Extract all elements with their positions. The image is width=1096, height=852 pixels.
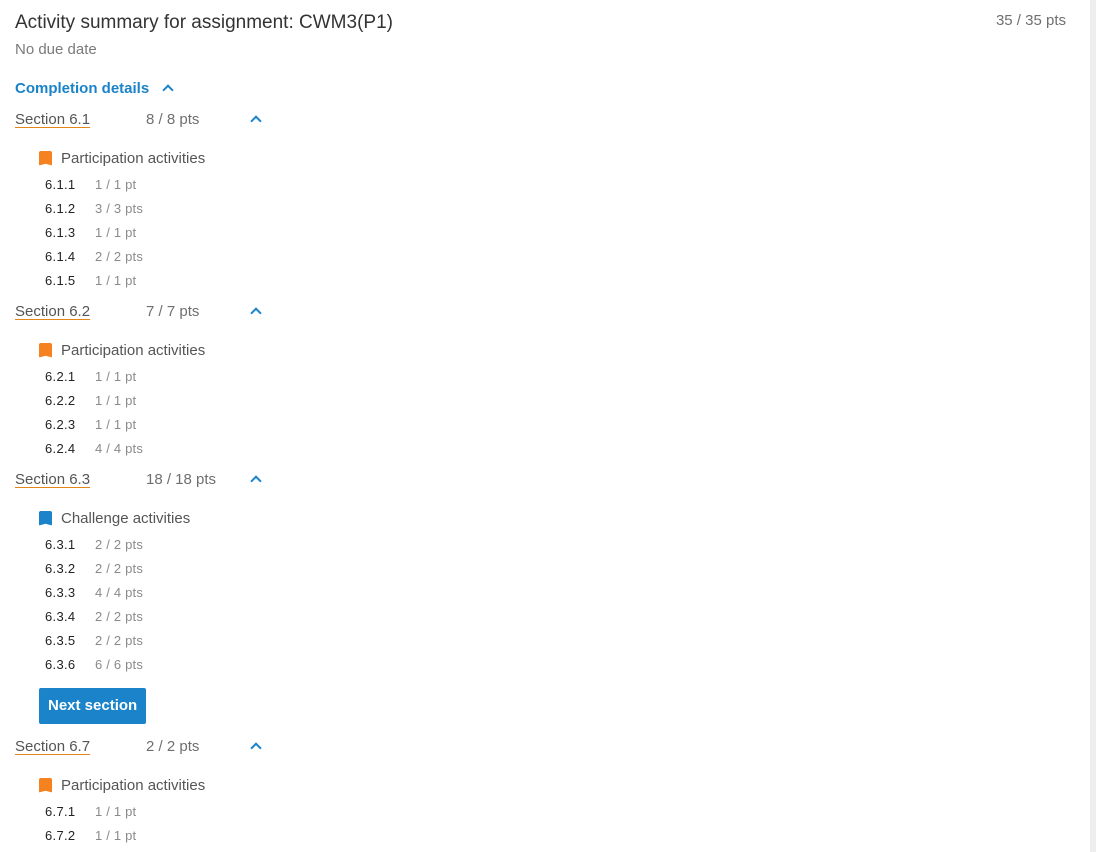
activity-id[interactable]: 6.1.5 [45, 273, 95, 288]
section-block: Section 6.3 18 / 18 pts Challenge activiti… [15, 460, 1075, 727]
activity-points: 6 / 6 pts [95, 656, 144, 672]
participation-badge-icon [39, 342, 52, 358]
activity-id[interactable]: 6.1.1 [45, 177, 95, 192]
activity-row: 6.3.1 2 / 2 pts [15, 532, 1075, 556]
activity-group-label: Challenge activities [61, 509, 191, 527]
completion-details-toggle[interactable]: Completion details [15, 76, 174, 100]
activity-id[interactable]: 6.3.5 [45, 633, 95, 648]
activity-id[interactable]: 6.3.4 [45, 609, 95, 624]
activity-row: 6.3.5 2 / 2 pts [15, 628, 1075, 652]
activity-row: 6.2.1 1 / 1 pt [15, 364, 1075, 388]
activity-row: 6.2.2 1 / 1 pt [15, 388, 1075, 412]
section-block: Section 6.1 8 / 8 pts Participation activi… [15, 100, 1075, 292]
chevron-up-icon[interactable] [250, 742, 262, 754]
activity-id[interactable]: 6.2.2 [45, 393, 95, 408]
activity-row: 6.7.1 1 / 1 pt [15, 799, 1075, 823]
chevron-up-icon[interactable] [250, 307, 262, 319]
activity-row: 6.3.2 2 / 2 pts [15, 556, 1075, 580]
completion-details-label: Completion details [15, 79, 150, 97]
activity-row: 6.2.4 4 / 4 pts [15, 436, 1075, 460]
activity-row: 6.1.2 3 / 3 pts [15, 196, 1075, 220]
activity-points: 1 / 1 pt [95, 803, 137, 819]
activity-id[interactable]: 6.2.1 [45, 369, 95, 384]
activity-id[interactable]: 6.3.2 [45, 561, 95, 576]
activity-row: 6.1.3 1 / 1 pt [15, 220, 1075, 244]
activity-points: 4 / 4 pts [95, 440, 144, 456]
section-points: 7 / 7 pts [146, 302, 200, 320]
summary-header: Activity summary for assignment: CWM3(P1… [15, 10, 1075, 62]
activity-group-header: Participation activities [39, 144, 1075, 172]
page-title: Activity summary for assignment: CWM3(P1… [15, 12, 393, 33]
section-header: Section 6.7 2 / 2 pts [15, 727, 1075, 765]
section-list: Section 6.1 8 / 8 pts Participation activi… [15, 100, 1075, 847]
activity-row: 6.2.3 1 / 1 pt [15, 412, 1075, 436]
chevron-up-icon [162, 84, 174, 96]
activity-row: 6.1.1 1 / 1 pt [15, 172, 1075, 196]
activity-id[interactable]: 6.1.2 [45, 201, 95, 216]
activity-id[interactable]: 6.3.3 [45, 585, 95, 600]
activity-summary: Activity summary for assignment: CWM3(P1… [15, 10, 1075, 847]
activity-group: Participation activities [15, 336, 1075, 364]
activity-row: 6.7.2 1 / 1 pt [15, 823, 1075, 847]
section-link[interactable]: Section 6.3 [15, 471, 146, 488]
section-link[interactable]: Section 6.7 [15, 738, 146, 755]
total-points: 35 / 35 pts [995, 12, 1066, 29]
activity-group: Challenge activities [15, 504, 1075, 532]
due-date: No due date [15, 41, 97, 58]
activity-points: 2 / 2 pts [95, 608, 144, 624]
activity-group-header: Participation activities [39, 336, 1075, 364]
activity-points: 1 / 1 pt [95, 224, 137, 240]
chevron-up-icon[interactable] [250, 475, 262, 487]
activity-id[interactable]: 6.2.3 [45, 417, 95, 432]
challenge-badge-icon [39, 510, 52, 526]
activity-id[interactable]: 6.7.2 [45, 828, 95, 843]
section-link[interactable]: Section 6.2 [15, 303, 146, 320]
participation-badge-icon [39, 777, 52, 793]
activity-points: 2 / 2 pts [95, 248, 144, 264]
activity-points: 1 / 1 pt [95, 416, 137, 432]
section-points: 8 / 8 pts [146, 110, 200, 128]
section-block: Section 6.2 7 / 7 pts Participation activi… [15, 292, 1075, 460]
scrollbar[interactable] [1090, 0, 1096, 852]
activity-points: 3 / 3 pts [95, 200, 144, 216]
activity-points: 2 / 2 pts [95, 632, 144, 648]
activity-id[interactable]: 6.1.3 [45, 225, 95, 240]
activity-group-label: Participation activities [61, 341, 206, 359]
section-points: 2 / 2 pts [146, 737, 200, 755]
activity-points: 1 / 1 pt [95, 176, 137, 192]
activity-group-header: Participation activities [39, 771, 1075, 799]
next-section-button[interactable]: Next section [39, 688, 147, 724]
activity-points: 2 / 2 pts [95, 536, 144, 552]
section-header: Section 6.2 7 / 7 pts [15, 292, 1075, 330]
section-header: Section 6.3 18 / 18 pts [15, 460, 1075, 498]
activity-group: Participation activities [15, 771, 1075, 799]
section-points: 18 / 18 pts [146, 470, 217, 488]
activity-row: 6.3.6 6 / 6 pts [15, 652, 1075, 676]
activity-points: 1 / 1 pt [95, 368, 137, 384]
activity-points: 4 / 4 pts [95, 584, 144, 600]
activity-id[interactable]: 6.3.1 [45, 537, 95, 552]
activity-row: 6.1.4 2 / 2 pts [15, 244, 1075, 268]
activity-group-label: Participation activities [61, 149, 206, 167]
activity-group: Participation activities [15, 144, 1075, 172]
activity-id[interactable]: 6.2.4 [45, 441, 95, 456]
chevron-up-icon[interactable] [250, 115, 262, 127]
section-block: Section 6.7 2 / 2 pts Participation activi… [15, 727, 1075, 847]
activity-row: 6.1.5 1 / 1 pt [15, 268, 1075, 292]
participation-badge-icon [39, 150, 52, 166]
activity-points: 2 / 2 pts [95, 560, 144, 576]
activity-points: 1 / 1 pt [95, 392, 137, 408]
activity-row: 6.3.3 4 / 4 pts [15, 580, 1075, 604]
activity-id[interactable]: 6.1.4 [45, 249, 95, 264]
section-header: Section 6.1 8 / 8 pts [15, 100, 1075, 138]
activity-points: 1 / 1 pt [95, 827, 137, 843]
activity-id[interactable]: 6.3.6 [45, 657, 95, 672]
section-link[interactable]: Section 6.1 [15, 111, 146, 128]
activity-group-header: Challenge activities [39, 504, 1075, 532]
activity-group-label: Participation activities [61, 776, 206, 794]
activity-points: 1 / 1 pt [95, 272, 137, 288]
activity-row: 6.3.4 2 / 2 pts [15, 604, 1075, 628]
activity-id[interactable]: 6.7.1 [45, 804, 95, 819]
